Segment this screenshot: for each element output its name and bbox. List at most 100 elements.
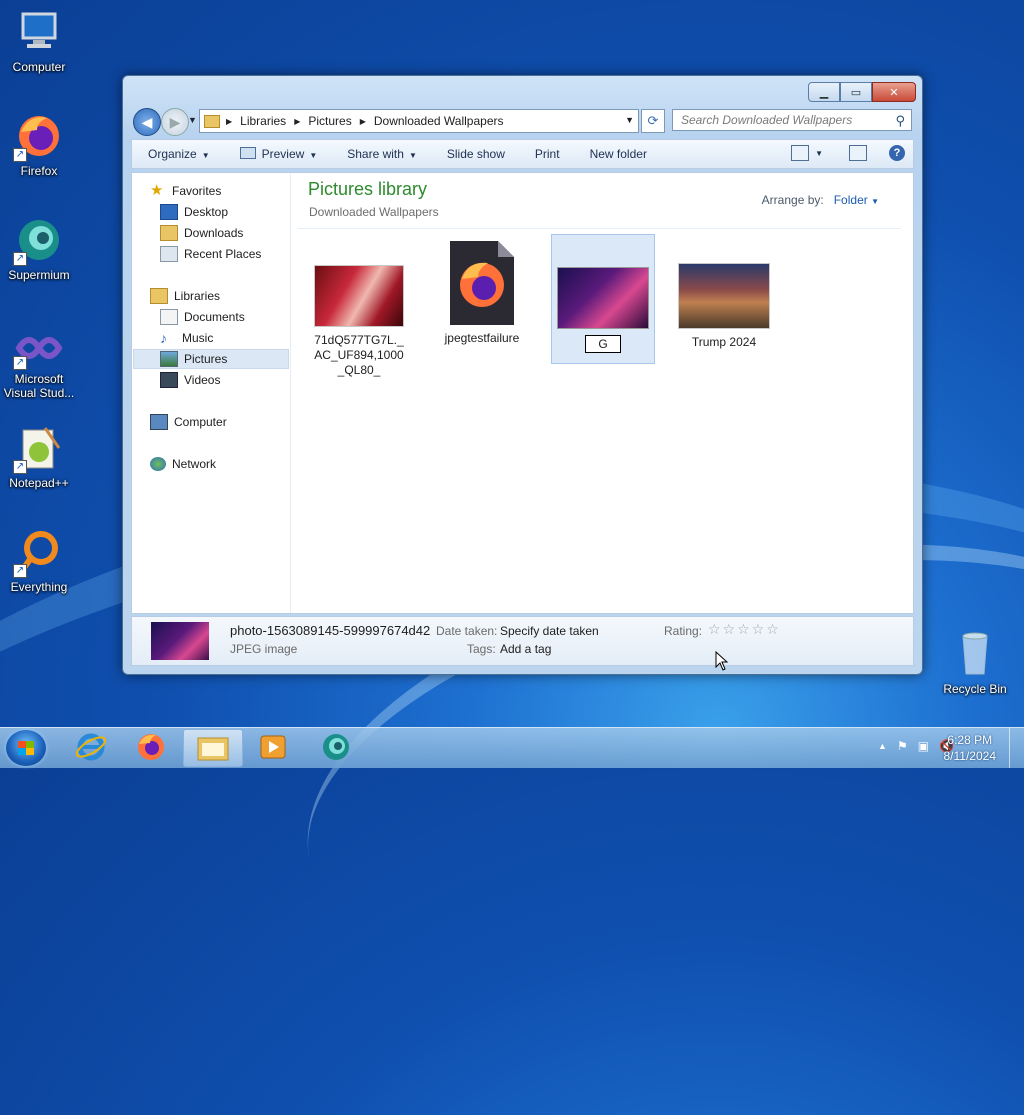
show-hidden-icons-icon[interactable]: ▲	[878, 741, 887, 753]
file-item[interactable]: jpegtestfailure	[430, 241, 534, 346]
nav-item-computer[interactable]: Computer	[150, 412, 227, 432]
show-desktop-button[interactable]	[1009, 728, 1024, 768]
chevron-down-icon[interactable]: ▼	[815, 149, 823, 158]
action-center-flag-icon[interactable]: ⚑	[897, 739, 908, 753]
desktop-icon-label: Firefox	[20, 164, 58, 178]
nav-label: Pictures	[184, 352, 228, 366]
nav-item-network[interactable]: Network	[150, 454, 216, 474]
arrange-label: Arrange by:	[761, 193, 824, 207]
organize-button[interactable]: Organize ▼	[148, 147, 210, 161]
desktop-icon-label: Computer	[12, 60, 66, 74]
taskbar-supermium[interactable]	[307, 729, 365, 765]
help-icon[interactable]: ?	[889, 145, 905, 161]
breadcrumb-separator-icon[interactable]: ▶	[294, 117, 300, 126]
everything-search-icon: ↗	[13, 528, 63, 578]
breadcrumb-separator-icon[interactable]: ▶	[360, 117, 366, 126]
desktop-icon-visual-studio[interactable]: ↗ Microsoft Visual Stud...	[0, 326, 78, 400]
print-button[interactable]: Print	[535, 147, 560, 161]
file-item[interactable]: 71dQ577TG7L._AC_UF894,1000_QL80_	[307, 265, 411, 378]
address-bar[interactable]: ▶ Libraries ▶ Pictures ▶ Downloaded Wall…	[199, 109, 639, 133]
taskbar-internet-explorer[interactable]	[62, 729, 120, 765]
slide-show-button[interactable]: Slide show	[447, 147, 505, 161]
desktop-icon-label: Supermium	[8, 268, 70, 282]
nav-label: Documents	[184, 310, 245, 324]
date-taken-label: Date taken:	[436, 624, 498, 638]
minimize-button[interactable]: ▁	[808, 82, 840, 102]
desktop-icon-computer[interactable]: Computer	[0, 8, 78, 74]
nav-item-favorites[interactable]: ★ Favorites	[150, 181, 221, 201]
taskbar-media-player[interactable]	[244, 729, 302, 765]
breadcrumb-libraries[interactable]: Libraries	[240, 114, 286, 128]
forward-button[interactable]: ▶	[161, 108, 189, 136]
chevron-down-icon: ▼	[201, 151, 210, 160]
nav-item-documents[interactable]: Documents	[160, 307, 245, 327]
nav-label: Desktop	[184, 205, 229, 219]
new-folder-button[interactable]: New folder	[590, 147, 647, 161]
nav-item-desktop[interactable]: Desktop	[160, 202, 228, 222]
command-bar: Organize ▼ Preview ▼ Share with ▼ Slide sho…	[131, 139, 914, 169]
share-with-label: Share with	[347, 147, 404, 161]
address-dropdown-icon[interactable]: ▼	[625, 115, 634, 125]
videos-icon	[160, 372, 178, 388]
change-view-icon[interactable]	[791, 145, 810, 161]
recent-pages-dropdown-icon[interactable]: ▼	[188, 115, 197, 125]
media-player-icon	[260, 735, 286, 759]
close-button[interactable]: ✕	[872, 82, 916, 102]
desktop-icon-supermium[interactable]: ↗ Supermium	[0, 216, 78, 282]
back-button[interactable]: ◀	[133, 108, 161, 136]
desktop-icon-notepad-plus-plus[interactable]: ↗ Notepad++	[0, 424, 78, 490]
breadcrumb-downloaded-wallpapers[interactable]: Downloaded Wallpapers	[374, 114, 504, 128]
network-status-icon[interactable]: ▣	[918, 739, 929, 753]
navigation-bar: ◀ ▶ ▼ ▶ Libraries ▶ Pictures ▶ Downloade…	[131, 107, 914, 136]
supermium-icon: ↗	[13, 216, 63, 266]
file-item-selected[interactable]: G	[551, 234, 655, 364]
file-view: Pictures library Downloaded Wallpapers A…	[292, 173, 913, 613]
search-input[interactable]: Search Downloaded Wallpapers ⚲	[672, 109, 912, 131]
breadcrumb-separator-icon[interactable]: ▶	[226, 117, 232, 126]
documents-icon	[160, 309, 178, 325]
search-placeholder: Search Downloaded Wallpapers	[681, 113, 853, 127]
desktop-icon-label: Everything	[10, 580, 68, 594]
preview-pane-icon[interactable]	[849, 145, 867, 161]
arrange-by-dropdown[interactable]: Folder ▼	[834, 193, 879, 207]
date-taken-value[interactable]: Specify date taken	[500, 624, 599, 638]
taskbar-firefox[interactable]	[122, 729, 180, 765]
nav-label: Libraries	[174, 289, 221, 303]
refresh-button[interactable]: ⟳	[641, 109, 665, 133]
preview-button[interactable]: Preview ▼	[239, 147, 317, 161]
file-name: 71dQ577TG7L._AC_UF894,1000_QL80_	[314, 333, 404, 377]
folder-icon	[197, 737, 229, 761]
taskbar-windows-explorer[interactable]	[183, 729, 243, 767]
nav-item-videos[interactable]: Videos	[160, 370, 220, 390]
desktop-icon-firefox[interactable]: ↗ Firefox	[0, 112, 78, 178]
nav-item-pictures[interactable]: Pictures	[160, 349, 227, 369]
nav-item-downloads[interactable]: Downloads	[160, 223, 243, 243]
nav-label: Computer	[174, 415, 227, 429]
internet-explorer-icon	[76, 733, 106, 761]
downloads-folder-icon	[160, 225, 178, 241]
desktop-icon-recycle-bin[interactable]: Recycle Bin	[936, 630, 1014, 696]
taskbar-clock[interactable]: 6:28 PM 8/11/2024	[944, 732, 997, 764]
nav-item-music[interactable]: ♪ Music	[160, 328, 213, 348]
nav-item-libraries[interactable]: Libraries	[150, 286, 220, 306]
nav-label: Recent Places	[184, 247, 262, 261]
preview-label: Preview	[261, 147, 305, 161]
firefox-icon: ↗	[13, 112, 63, 162]
mouse-cursor-icon	[715, 651, 729, 671]
nav-item-recent-places[interactable]: Recent Places	[160, 244, 261, 264]
tags-value[interactable]: Add a tag	[500, 642, 551, 656]
computer-icon	[150, 414, 168, 430]
file-item[interactable]: Trump 2024	[672, 263, 776, 350]
breadcrumb-pictures[interactable]: Pictures	[308, 114, 351, 128]
main-pane: ★ Favorites Desktop Downloads Recent Plac…	[131, 172, 914, 614]
libraries-icon	[150, 288, 168, 304]
maximize-button[interactable]: ▭	[840, 82, 872, 102]
rename-input[interactable]: G	[585, 335, 621, 353]
rating-stars[interactable]: ☆☆☆☆☆	[708, 621, 781, 638]
pictures-icon	[160, 351, 178, 367]
notepad-plus-plus-icon: ↗	[13, 424, 63, 474]
desktop-icon-everything[interactable]: ↗ Everything	[0, 528, 78, 594]
start-button[interactable]	[6, 730, 46, 766]
share-with-button[interactable]: Share with ▼	[347, 147, 417, 161]
windows-logo-icon	[18, 741, 34, 755]
